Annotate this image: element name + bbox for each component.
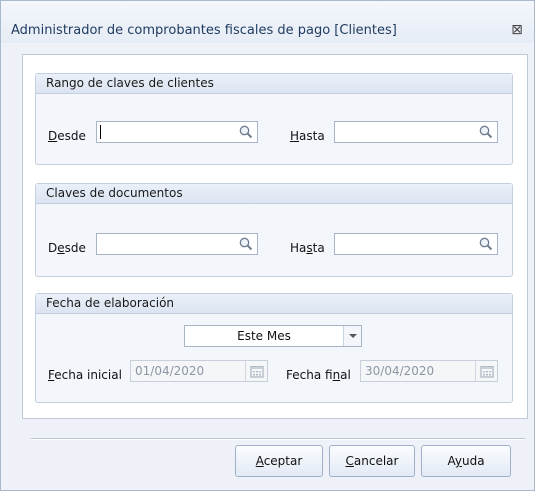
magnifier-icon[interactable] bbox=[476, 235, 496, 253]
start-date-field[interactable]: 01/04/2020 bbox=[130, 360, 268, 382]
document-to-input[interactable] bbox=[334, 233, 498, 255]
end-date-field[interactable]: 30/04/2020 bbox=[360, 360, 498, 382]
document-from-input[interactable] bbox=[96, 233, 258, 255]
magnifier-icon[interactable] bbox=[476, 123, 496, 141]
group-document-keys: Claves de documentos Desde Hasta bbox=[35, 183, 513, 277]
dialog-window: Administrador de comprobantes fiscales d… bbox=[0, 0, 535, 491]
magnifier-icon[interactable] bbox=[236, 235, 256, 253]
group-client-range: Rango de claves de clientes Desde Hasta bbox=[35, 73, 513, 165]
client-from-label: Desde bbox=[48, 129, 86, 143]
text-caret bbox=[100, 125, 101, 139]
window-title: Administrador de comprobantes fiscales d… bbox=[11, 23, 397, 38]
end-date-value: 30/04/2020 bbox=[365, 364, 435, 378]
client-from-input[interactable] bbox=[96, 121, 258, 143]
period-select-value: Este Mes bbox=[237, 329, 291, 343]
document-to-label: Hasta bbox=[290, 241, 325, 255]
group-date-range-title: Fecha de elaboración bbox=[36, 294, 512, 314]
end-date-label: Fecha final bbox=[286, 368, 351, 382]
magnifier-icon[interactable] bbox=[236, 123, 256, 141]
chevron-down-icon[interactable] bbox=[343, 326, 361, 346]
filter-panel: Rango de claves de clientes Desde Hasta … bbox=[22, 54, 528, 419]
group-document-keys-title: Claves de documentos bbox=[36, 184, 512, 204]
period-select[interactable]: Este Mes bbox=[184, 325, 362, 347]
calendar-icon[interactable] bbox=[475, 361, 497, 381]
cancel-button[interactable]: Cancelar bbox=[329, 445, 415, 477]
document-from-label: Desde bbox=[48, 241, 86, 255]
group-date-range: Fecha de elaboración Este Mes Fecha inic… bbox=[35, 293, 513, 403]
start-date-label: Fecha inicial bbox=[48, 368, 122, 382]
footer-divider bbox=[31, 438, 525, 440]
calendar-icon[interactable] bbox=[245, 361, 267, 381]
start-date-value: 01/04/2020 bbox=[135, 364, 205, 378]
title-bar[interactable]: Administrador de comprobantes fiscales d… bbox=[1, 1, 534, 43]
client-to-input[interactable] bbox=[334, 121, 498, 143]
accept-button[interactable]: Aceptar bbox=[235, 445, 323, 477]
close-icon[interactable]: ⊠ bbox=[508, 21, 526, 39]
help-button[interactable]: Ayuda bbox=[421, 445, 511, 477]
group-client-range-title: Rango de claves de clientes bbox=[36, 74, 512, 94]
client-to-label: Hasta bbox=[290, 129, 325, 143]
